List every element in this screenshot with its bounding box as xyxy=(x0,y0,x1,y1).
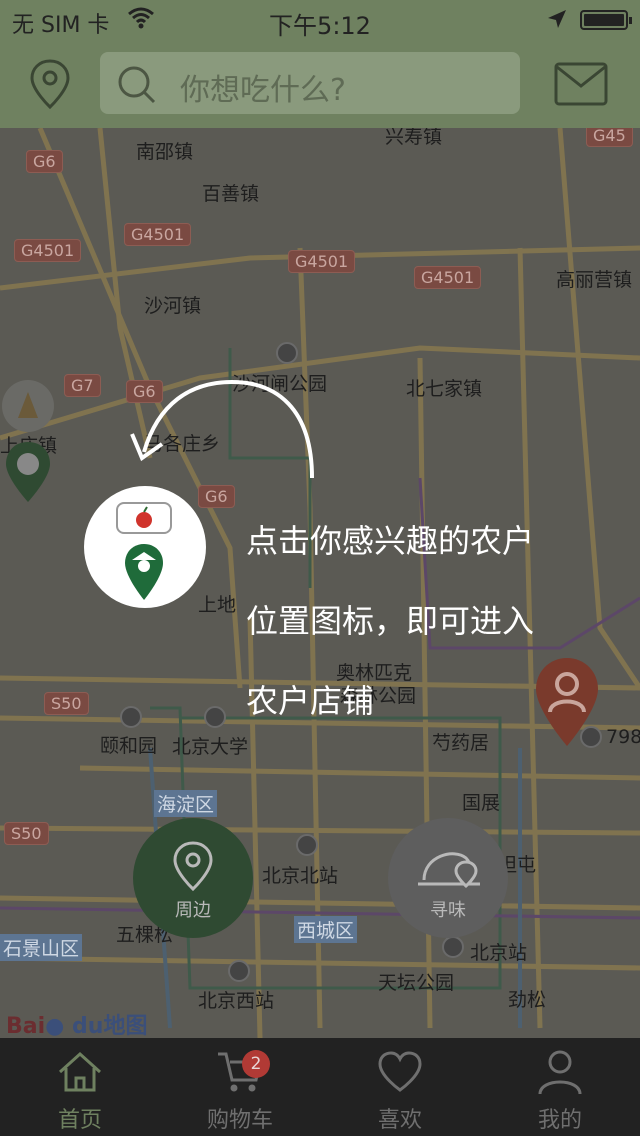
map-label: 上地 xyxy=(198,594,237,616)
highway-shield: G4501 xyxy=(414,266,482,289)
map-label: 劲松 xyxy=(508,989,547,1011)
tab-label: 首页 xyxy=(57,1108,102,1133)
clock: 下午5:12 xyxy=(269,12,371,40)
highway-shield: G4501 xyxy=(14,239,82,262)
map-label-district: 石景山区 xyxy=(0,934,83,961)
dish-icon xyxy=(418,852,480,889)
search-bar[interactable]: 你想吃什么? xyxy=(100,52,520,114)
poi-icon xyxy=(296,834,318,856)
map-label: 北京北站 xyxy=(262,865,339,887)
farmer-shop-pin-icon[interactable] xyxy=(534,656,600,748)
map-label: 沙河镇 xyxy=(144,295,202,317)
hint-text-line: 点击你感兴趣的农户 xyxy=(246,522,535,560)
highway-shield: S50 xyxy=(44,692,89,715)
map-label: 兴寿镇 xyxy=(385,128,443,148)
hint-text-line: 位置图标，即可进入 xyxy=(246,602,535,640)
map-label: 北京大学 xyxy=(172,736,249,758)
map-label: 北七家镇 xyxy=(406,378,483,400)
search-icon xyxy=(118,66,156,104)
map-label: 天坛公园 xyxy=(378,972,455,994)
location-pin-icon xyxy=(173,841,213,892)
hint-text-line: 农户店铺 xyxy=(246,682,375,720)
map-label: 北京西站 xyxy=(198,990,275,1012)
tab-bar: 首页 购物车 喜欢 我的 xyxy=(0,1038,640,1136)
poi-icon xyxy=(204,706,226,728)
location-pin-button[interactable] xyxy=(28,58,72,110)
highway-shield: G45 xyxy=(586,128,633,147)
nearby-button[interactable]: 周边 xyxy=(133,818,253,938)
map-label: 国展 xyxy=(462,792,501,814)
map-label: 颐和园 xyxy=(100,735,158,757)
top-header: 无 SIM 卡 下午5:12 你想吃什么? xyxy=(0,0,640,128)
farmer-pin-icon[interactable] xyxy=(0,378,56,508)
tab-label: 喜欢 xyxy=(377,1108,422,1133)
highway-shield: S50 xyxy=(4,822,49,845)
battery-icon xyxy=(580,10,632,30)
curved-arrow-icon xyxy=(130,379,314,479)
tab-favorites[interactable]: 喜欢 xyxy=(320,1038,480,1136)
poi-icon xyxy=(276,342,298,364)
tab-label: 我的 xyxy=(537,1108,582,1133)
nearby-label: 周边 xyxy=(175,900,211,921)
map-label: 百善镇 xyxy=(202,183,260,205)
baidu-paw-icon: ● xyxy=(45,1014,73,1038)
baidu-map-logo: Bai● du地图 xyxy=(6,1014,148,1038)
tab-cart[interactable]: 购物车 xyxy=(160,1038,320,1136)
tab-home[interactable]: 首页 xyxy=(0,1038,160,1136)
seek-taste-button[interactable]: 寻味 xyxy=(388,818,508,938)
tab-label: 购物车 xyxy=(206,1108,273,1133)
search-placeholder: 你想吃什么? xyxy=(180,73,346,108)
cart-count-badge: 2 xyxy=(242,1050,270,1078)
heart-icon xyxy=(378,1051,422,1092)
map-label: 高丽营镇 xyxy=(556,269,633,291)
user-icon xyxy=(538,1050,582,1095)
farmer-pin-icon xyxy=(125,544,163,600)
map-label: 芍药居 xyxy=(432,732,490,754)
map-label: 798 xyxy=(606,726,640,748)
apple-bubble-icon xyxy=(116,502,172,534)
highway-shield: G4501 xyxy=(124,223,192,246)
location-arrow-icon xyxy=(548,10,566,28)
map-label: 北京站 xyxy=(470,942,528,964)
home-icon xyxy=(58,1051,102,1092)
map-label-district: 海淀区 xyxy=(154,790,218,817)
poi-icon xyxy=(228,960,250,982)
message-mail-button[interactable] xyxy=(554,62,608,106)
map-label-district: 西城区 xyxy=(294,916,358,943)
highway-shield: G7 xyxy=(64,374,101,397)
seek-taste-label: 寻味 xyxy=(430,900,466,921)
status-bar: 无 SIM 卡 下午5:12 xyxy=(0,0,640,40)
poi-icon xyxy=(120,706,142,728)
highway-shield: G6 xyxy=(26,150,63,173)
tab-mine[interactable]: 我的 xyxy=(480,1038,640,1136)
highway-shield: G4501 xyxy=(288,250,356,273)
highway-shield: G6 xyxy=(198,485,235,508)
poi-icon xyxy=(442,936,464,958)
map-label: 南邵镇 xyxy=(136,141,194,163)
